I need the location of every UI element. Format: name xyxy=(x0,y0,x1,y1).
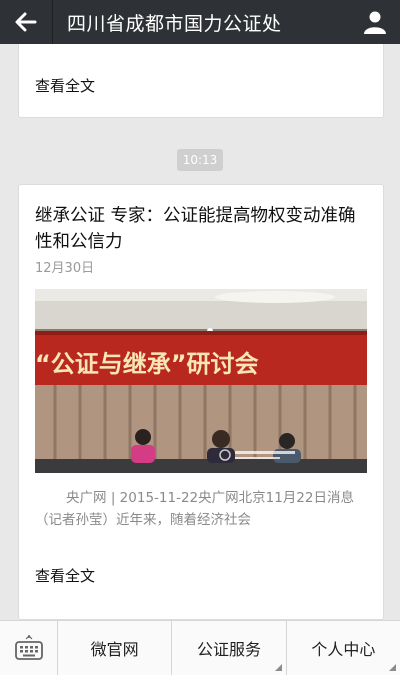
time-badge: 10:13 xyxy=(177,149,223,171)
person-icon xyxy=(364,11,386,34)
menu-personal-center[interactable]: 个人中心 xyxy=(287,621,400,675)
bottom-menu: 微官网 公证服务 个人中心 xyxy=(0,620,400,675)
menu-personal-center-label: 个人中心 xyxy=(311,640,376,659)
article-title[interactable]: 继承公证 专家：公证能提高物权变动准确性和公信力 xyxy=(35,203,367,255)
user-button[interactable] xyxy=(350,0,400,44)
article-image[interactable]: “公证与继承”研讨会 xyxy=(35,289,367,473)
previous-article-card[interactable]: 查看全文 xyxy=(18,44,384,118)
read-full-text-link[interactable]: 查看全文 xyxy=(35,75,95,96)
article-date: 12月30日 xyxy=(35,261,95,276)
menu-micro-site[interactable]: 微官网 xyxy=(58,621,173,675)
top-bar: 四川省成都市国力公证处 xyxy=(0,0,400,44)
menu-micro-site-label: 微官网 xyxy=(90,640,139,659)
message-list[interactable]: 查看全文 10:13 继承公证 专家：公证能提高物权变动准确性和公信力 12月3… xyxy=(0,44,400,620)
article-excerpt: 央广网 | 2015-11-22央广网北京11月22日消息（记者孙莹）近年来，随… xyxy=(35,490,354,528)
back-button[interactable] xyxy=(0,0,52,44)
menu-notary-services[interactable]: 公证服务 xyxy=(172,621,287,675)
menu-notary-services-label: 公证服务 xyxy=(196,640,261,659)
submenu-indicator-icon xyxy=(388,664,396,671)
keyboard-icon xyxy=(14,635,43,660)
banner-text: “公证与继承”研讨会 xyxy=(35,350,259,378)
article-card[interactable]: 继承公证 专家：公证能提高物权变动准确性和公信力 12月30日 “公证与继承”研… xyxy=(18,184,384,620)
seminar-photo: “公证与继承”研讨会 xyxy=(35,289,367,473)
read-full-text-link[interactable]: 查看全文 xyxy=(35,565,95,586)
submenu-indicator-icon xyxy=(274,664,282,671)
arrow-left-icon xyxy=(15,12,37,32)
page-title: 四川省成都市国力公证处 xyxy=(67,12,282,35)
keyboard-toggle-button[interactable] xyxy=(0,621,58,675)
